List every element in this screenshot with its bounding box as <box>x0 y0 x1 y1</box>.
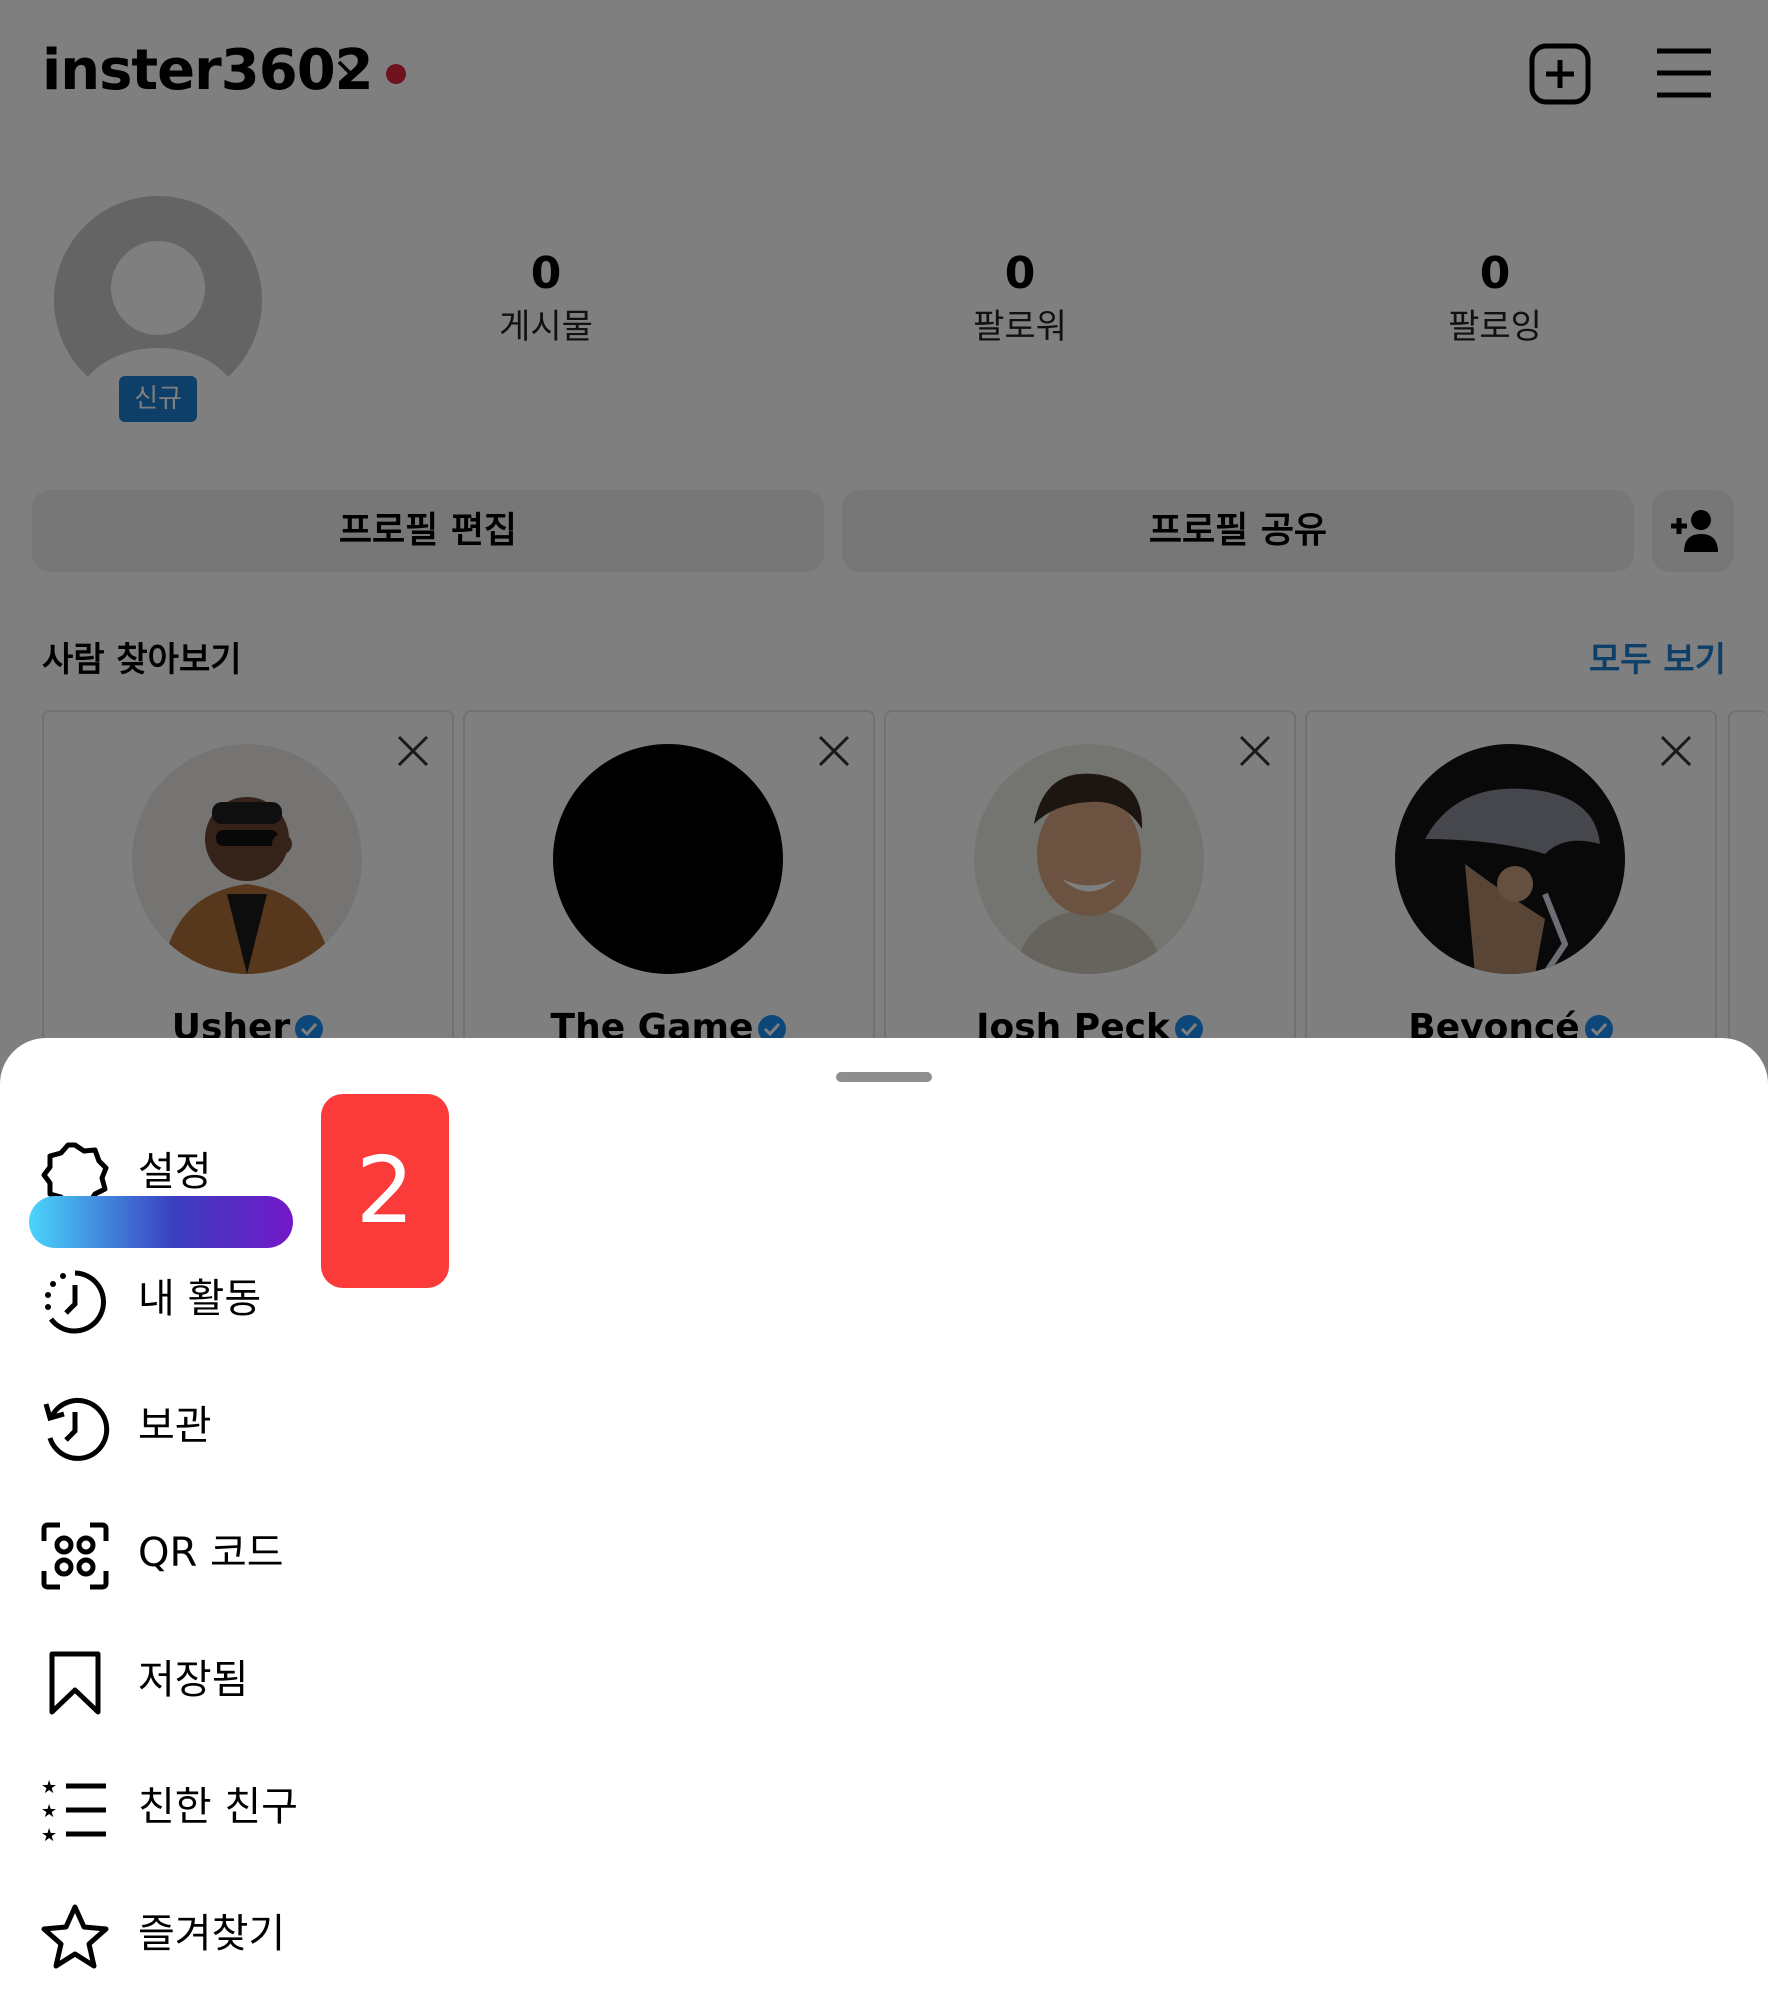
menu-item-label: 내 활동 <box>138 1276 262 1322</box>
svg-text:★: ★ <box>41 1825 57 1845</box>
menu-item-label: 즐겨찾기 <box>138 1911 286 1957</box>
menu-item-label: QR 코드 <box>138 1530 284 1576</box>
drag-handle[interactable] <box>836 1072 932 1082</box>
activity-clock-icon <box>45 1270 106 1334</box>
menu-bottom-sheet: 설정 내 활동 보관 QR 코드 저장됨 ★ ★ ★ 친한 친구 즐겨찾기 <box>0 1038 1768 1994</box>
svg-text:★: ★ <box>41 1777 57 1798</box>
star-icon <box>41 1904 109 1969</box>
close-friends-list-icon: ★ ★ ★ <box>41 1777 106 1845</box>
menu-item-label: 보관 <box>138 1403 212 1449</box>
highlight-bar <box>29 1196 293 1248</box>
archive-history-icon <box>43 1397 110 1461</box>
menu-item-activity[interactable]: 내 활동 <box>0 1234 1768 1361</box>
menu-item-saved[interactable]: 저장됨 <box>0 1615 1768 1742</box>
menu-item-label: 저장됨 <box>138 1657 249 1703</box>
svg-text:★: ★ <box>41 1801 57 1822</box>
menu-item-qr-code[interactable]: QR 코드 <box>0 1488 1768 1615</box>
bookmark-icon <box>49 1651 101 1715</box>
qr-code-icon <box>41 1522 109 1590</box>
menu-item-label: 설정 <box>138 1149 212 1195</box>
menu-item-favorites[interactable]: 즐겨찾기 <box>0 1869 1768 1996</box>
menu-item-close-friends[interactable]: ★ ★ ★ 친한 친구 <box>0 1742 1768 1869</box>
step-number-badge: 2 <box>321 1094 449 1288</box>
menu-item-label: 친한 친구 <box>138 1784 298 1830</box>
menu-item-archive[interactable]: 보관 <box>0 1361 1768 1488</box>
